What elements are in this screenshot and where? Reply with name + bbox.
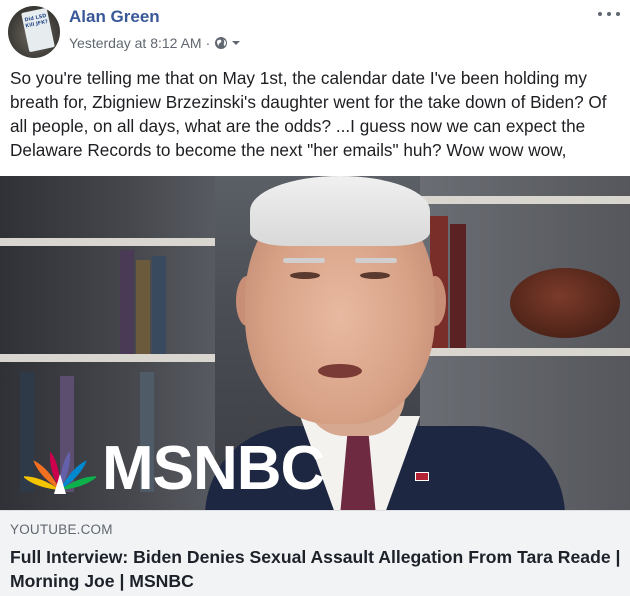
book [450,224,466,348]
dot [616,12,620,16]
football [510,268,620,338]
flag-pin-icon [415,472,429,481]
link-title[interactable]: Full Interview: Biden Denies Sexual Assa… [10,545,622,593]
dot [607,12,611,16]
post-timestamp[interactable]: Yesterday at 8:12 AM [69,35,202,51]
post-header: Did LSD Kill JFK? Alan Green Yesterday a… [0,0,630,62]
eyebrow [283,258,325,263]
msnbc-logo: MSNBC [24,434,325,503]
chevron-down-icon[interactable] [231,38,241,48]
shelf-board [420,196,630,204]
eye [360,272,390,279]
link-preview-caption[interactable]: YOUTUBE.COM Full Interview: Biden Denies… [0,510,630,596]
book [120,250,134,354]
author-name[interactable]: Alan Green [69,7,160,27]
meta-separator: · [205,35,211,51]
globe-icon[interactable] [214,36,228,50]
avatar[interactable]: Did LSD Kill JFK? [8,6,60,58]
book [136,260,150,354]
hair [250,176,430,246]
msnbc-wordmark: MSNBC [102,434,325,503]
dot [598,12,602,16]
book [152,256,166,354]
post-text: So you're telling me that on May 1st, th… [10,68,607,160]
avatar-card: Did LSD Kill JFK? [21,7,55,53]
link-preview-image[interactable]: MSNBC [0,176,630,510]
link-domain: YOUTUBE.COM [10,522,113,537]
eye [290,272,320,279]
facebook-post: Did LSD Kill JFK? Alan Green Yesterday a… [0,0,630,596]
peacock-icon [24,451,96,494]
eyebrow [355,258,397,263]
more-horizontal-icon[interactable] [598,10,620,18]
shelf-board [0,238,215,246]
mouth [318,364,362,378]
post-meta: Yesterday at 8:12 AM · [69,35,241,51]
shelf-board [0,354,215,362]
shelf-board [420,348,630,356]
